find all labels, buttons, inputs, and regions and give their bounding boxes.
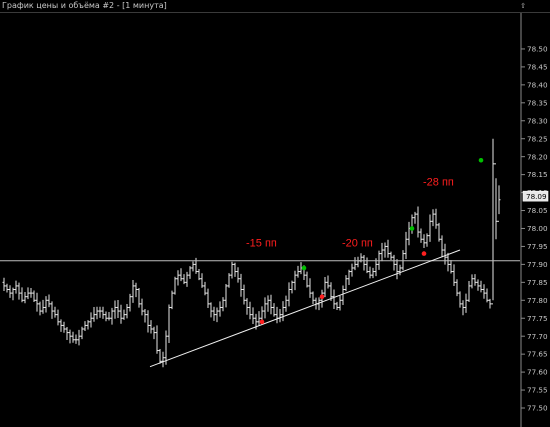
tick-label: 77.65 (527, 350, 548, 359)
tick-label: 78.20 (527, 152, 548, 161)
tick-label: 77.95 (527, 242, 548, 251)
tick-label: 78.40 (527, 80, 548, 89)
signal-marker (478, 157, 484, 163)
tick-label: 78.45 (527, 63, 548, 72)
tick-label: 78.50 (527, 45, 548, 54)
annotation-label: -28 пп (423, 176, 454, 188)
tick-label: 78.25 (527, 134, 548, 143)
tick-label: 77.70 (527, 332, 548, 341)
tick-label: 77.55 (527, 386, 548, 395)
tick-label: 77.90 (527, 260, 548, 269)
tick-label: 77.60 (527, 368, 548, 377)
tick-label: 78.15 (527, 170, 548, 179)
price-chart[interactable]: -15 пп -20 пп -28 пп 78.50 78.45 78.40 78.35 7… (0, 13, 550, 427)
tick-label: 77.80 (527, 296, 548, 305)
tick-label: 77.85 (527, 278, 548, 287)
window-title: График цены и объёма #2 - [1 минута] (2, 1, 167, 10)
signal-marker (319, 294, 325, 299)
tick-label: 78.30 (527, 116, 548, 125)
signal-marker (409, 226, 415, 231)
tick-label: 78.05 (527, 206, 548, 215)
signal-marker (421, 251, 427, 256)
tick-label: 78.35 (527, 98, 548, 107)
current-price-label: 78.09 (526, 192, 547, 201)
tick-label: 77.75 (527, 314, 548, 323)
annotation-label: -20 пп (342, 237, 373, 249)
annotation-label: -15 пп (246, 237, 277, 249)
signal-marker (301, 265, 307, 271)
window-title-bar: График цены и объёма #2 - [1 минута] ⇧ (0, 0, 550, 13)
chart-background (0, 13, 550, 427)
signal-marker (259, 319, 265, 325)
tick-label: 78.00 (527, 224, 548, 233)
tick-label: 77.50 (527, 404, 548, 413)
scroll-up-icon[interactable]: ⇧ (520, 2, 526, 10)
